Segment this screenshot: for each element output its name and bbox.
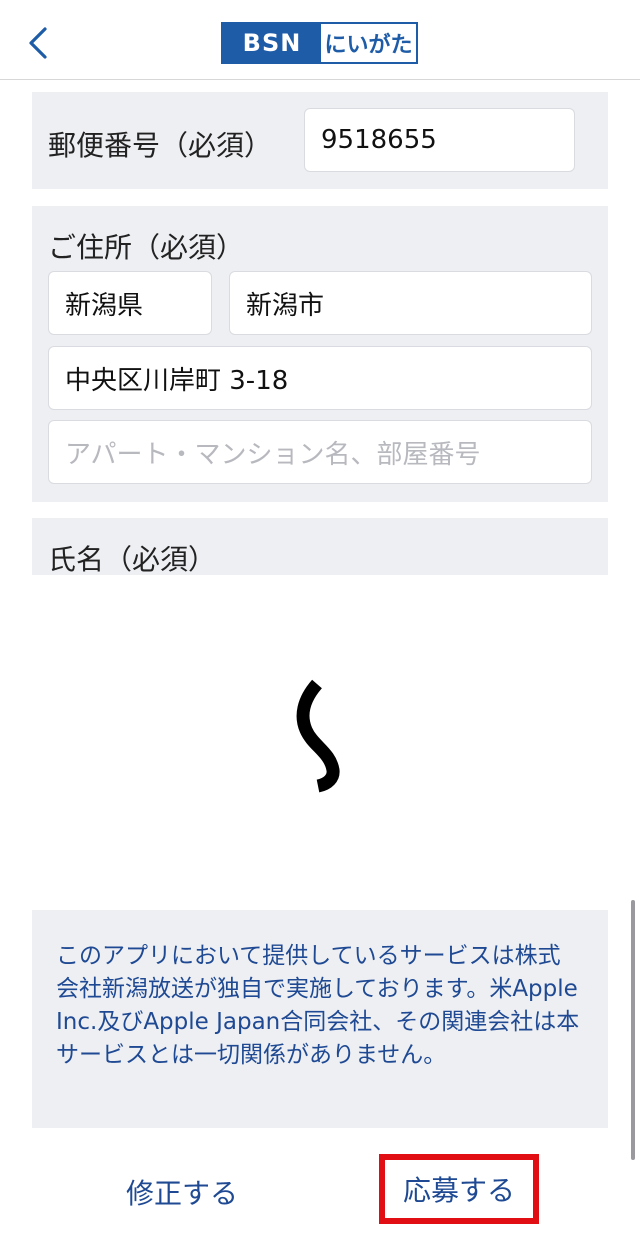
street-input[interactable]: 中央区川岸町 3-18: [48, 346, 592, 410]
bsn-logo: BSN にいがた: [221, 22, 418, 64]
loading-spinner-icon: [296, 679, 340, 793]
postal-section: 郵便番号（必須） 9518655: [32, 92, 608, 189]
postal-label: 郵便番号（必須）: [48, 129, 273, 162]
name-section: 氏名（必須）: [32, 518, 608, 576]
scrollbar[interactable]: [631, 900, 635, 1160]
apply-button[interactable]: 応募する: [403, 1169, 515, 1209]
edit-button[interactable]: 修正する: [126, 1172, 238, 1212]
chevron-left-icon: [29, 27, 47, 59]
city-input[interactable]: 新潟市: [229, 271, 592, 335]
app-header: BSN にいがた: [0, 0, 640, 80]
postal-input[interactable]: 9518655: [304, 108, 575, 172]
confirmation-page: BSN にいがた 郵便番号（必須） 9518655 ご住所（必須） 新潟県 新潟…: [0, 0, 640, 1252]
apply-button-highlight: 応募する: [379, 1154, 539, 1224]
address-section: ご住所（必須） 新潟県 新潟市 中央区川岸町 3-18 アパート・マンション名、…: [32, 206, 608, 502]
address-label: ご住所（必須）: [48, 231, 245, 264]
logo-left: BSN: [223, 24, 321, 62]
notice-text: このアプリにおいて提供しているサービスは株式会社新潟放送が独自で実施しております…: [56, 943, 580, 1068]
prefecture-input[interactable]: 新潟県: [48, 271, 212, 335]
building-input[interactable]: アパート・マンション名、部屋番号: [48, 420, 592, 484]
logo-right: にいがた: [324, 33, 413, 58]
name-label: 氏名（必須）: [48, 543, 217, 576]
notice-box: このアプリにおいて提供しているサービスは株式会社新潟放送が独自で実施しております…: [32, 910, 608, 1128]
back-button[interactable]: [18, 20, 58, 66]
